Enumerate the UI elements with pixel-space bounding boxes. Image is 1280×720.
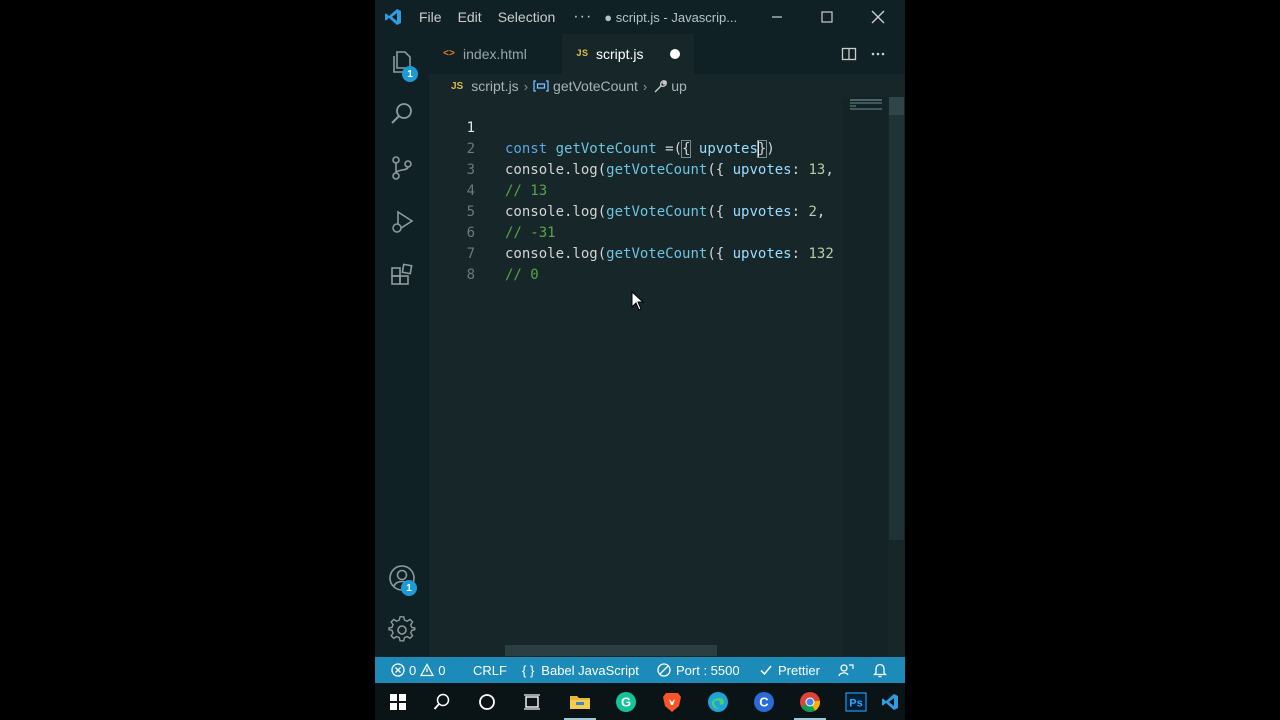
js-file-icon: JS	[451, 80, 464, 92]
wrench-icon	[654, 80, 668, 93]
problems-indicator[interactable]: 0 0	[391, 657, 445, 683]
explorer-icon[interactable]: 1	[375, 38, 429, 86]
error-count: 0	[409, 662, 417, 678]
feedback-icon[interactable]	[838, 657, 854, 683]
menu-more-icon[interactable]: ···	[563, 0, 602, 34]
prettier-label: Prettier	[778, 662, 820, 678]
windows-start-icon[interactable]	[375, 683, 421, 720]
settings-gear-icon[interactable]	[375, 606, 429, 654]
photoshop-icon[interactable]: Ps	[833, 683, 879, 720]
editor-tab-bar: <> index.html JS script.js	[429, 34, 905, 74]
port-label: Port : 5500	[676, 662, 740, 678]
task-view-icon[interactable]	[509, 683, 555, 720]
minimize-icon[interactable]	[752, 0, 802, 34]
accounts-badge: 1	[401, 580, 417, 596]
edge-icon[interactable]	[695, 683, 741, 720]
tab-script-js[interactable]: JS script.js	[562, 34, 694, 74]
variable-icon	[533, 80, 549, 92]
explorer-badge: 1	[402, 66, 418, 82]
title-bar: File Edit Selection ··· ● script.js - Ja…	[375, 0, 905, 34]
svg-text:G: G	[621, 694, 631, 709]
accounts-icon[interactable]: 1	[375, 554, 429, 602]
cortana-icon[interactable]	[464, 683, 510, 720]
split-editor-icon[interactable]	[835, 34, 863, 74]
minimap-preview	[850, 99, 882, 110]
status-bar: 0 0 CRLF { } Babel JavaScript Port : 550…	[375, 657, 905, 683]
extensions-icon[interactable]	[375, 252, 429, 300]
code-line[interactable]: 6 console.log(getVoteCount({ upvotes: 13…	[429, 202, 842, 262]
search-icon[interactable]	[419, 683, 465, 720]
breadcrumb: JS script.js › getVoteCount › up	[429, 74, 905, 98]
svg-text:Ps: Ps	[849, 697, 862, 709]
more-actions-icon[interactable]	[864, 34, 892, 74]
html-file-icon: <>	[443, 48, 456, 60]
breadcrumb-symbol-label: getVoteCount	[553, 78, 638, 94]
unsaved-dot-icon[interactable]	[670, 49, 680, 59]
code-line[interactable]: 7 // 0	[429, 223, 842, 283]
warning-count: 0	[438, 662, 446, 678]
vscode-window: File Edit Selection ··· ● script.js - Ja…	[375, 0, 905, 720]
maximize-icon[interactable]	[802, 0, 852, 34]
code-line[interactable]: 4 console.log(getVoteCount({ upvotes: 2,	[429, 160, 842, 220]
breadcrumb-file[interactable]: JS script.js	[451, 78, 519, 94]
vertical-scrollbar[interactable]	[889, 97, 904, 540]
code-line[interactable]: 2 console.log(getVoteCount({ upvotes: 13…	[429, 118, 842, 178]
file-explorer-icon[interactable]	[557, 683, 603, 720]
eol-indicator[interactable]: CRLF	[473, 657, 507, 683]
source-control-icon[interactable]	[375, 144, 429, 192]
notifications-bell-icon[interactable]	[872, 657, 888, 683]
warning-icon	[420, 663, 435, 677]
windows-taskbar: G C Ps	[375, 683, 905, 720]
tab-label: script.js	[596, 46, 644, 62]
window-title: ● script.js - Javascrip...	[604, 9, 738, 25]
vscode-icon[interactable]	[875, 683, 905, 720]
prettier-status[interactable]: Prettier	[759, 657, 820, 683]
brave-icon[interactable]	[649, 683, 695, 720]
breadcrumb-symbol-2-label: up	[671, 78, 687, 94]
minimap[interactable]	[842, 97, 888, 657]
svg-text:C: C	[759, 694, 769, 709]
breadcrumb-symbol-2[interactable]: up	[652, 78, 687, 94]
chrome-icon[interactable]	[787, 683, 833, 720]
activity-bar: 1 1	[375, 34, 429, 657]
scrollbar-thumb[interactable]	[889, 97, 904, 115]
tab-index-html[interactable]: <> index.html	[429, 34, 562, 74]
code-editor[interactable]: 1 const getVoteCount =({ upvotes}) 2 con…	[429, 97, 842, 657]
breadcrumb-file-label: script.js	[471, 78, 519, 94]
search-icon[interactable]	[375, 90, 429, 138]
mouse-pointer-icon	[631, 291, 645, 311]
check-icon	[760, 665, 772, 676]
chevron-right-icon: ›	[523, 78, 529, 94]
language-label: Babel JavaScript	[541, 662, 639, 678]
breadcrumb-symbol[interactable]: getVoteCount	[533, 78, 638, 94]
no-entry-icon	[657, 663, 671, 677]
braces-icon: { }	[522, 662, 535, 678]
menu-file[interactable]: File	[411, 0, 450, 34]
tab-label: index.html	[463, 46, 527, 62]
chevron-right-icon: ›	[642, 78, 648, 94]
vscode-logo-icon	[375, 0, 411, 34]
language-mode[interactable]: { } Babel JavaScript	[522, 657, 639, 683]
line-number: 8	[466, 267, 475, 283]
code-line[interactable]: 8	[429, 244, 842, 283]
run-debug-icon[interactable]	[375, 198, 429, 246]
horizontal-scrollbar[interactable]	[505, 645, 717, 656]
code-line[interactable]: 1 const getVoteCount =({ upvotes})	[429, 97, 842, 158]
ccleaner-icon[interactable]: C	[741, 683, 787, 720]
menu-edit[interactable]: Edit	[450, 0, 490, 34]
menu-selection[interactable]: Selection	[490, 0, 564, 34]
grammarly-icon[interactable]: G	[603, 683, 649, 720]
code-line[interactable]: 5 // -31	[429, 181, 842, 241]
line-content: // 0	[505, 267, 539, 283]
close-icon[interactable]	[853, 0, 903, 34]
error-icon	[391, 663, 405, 677]
js-file-icon: JS	[576, 48, 589, 60]
live-server-port[interactable]: Port : 5500	[657, 657, 740, 683]
code-line[interactable]: 3 // 13	[429, 139, 842, 199]
